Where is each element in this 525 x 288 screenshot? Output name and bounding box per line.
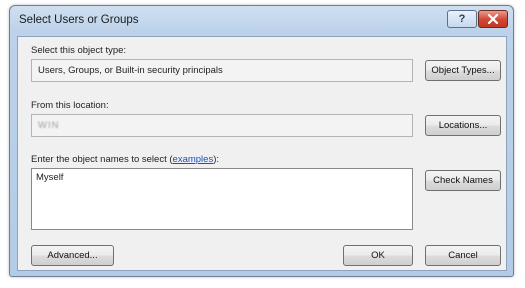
close-icon	[487, 14, 499, 24]
select-users-dialog: Select Users or Groups ? Select this obj…	[9, 5, 514, 277]
object-type-field: Users, Groups, or Built-in security prin…	[31, 59, 413, 82]
cancel-button[interactable]: Cancel	[425, 245, 501, 266]
help-button[interactable]: ?	[447, 10, 477, 28]
dialog-title: Select Users or Groups	[19, 14, 139, 26]
locations-button[interactable]: Locations...	[425, 115, 501, 136]
object-type-label: Select this object type:	[31, 45, 127, 56]
object-names-input[interactable]: Myself	[31, 168, 413, 230]
ok-button[interactable]: OK	[343, 245, 413, 266]
title-bar[interactable]: Select Users or Groups ?	[10, 6, 513, 36]
close-button[interactable]	[478, 10, 508, 28]
object-types-button[interactable]: Object Types...	[425, 60, 501, 81]
help-icon: ?	[458, 12, 466, 25]
object-names-label: Enter the object names to select (exampl…	[31, 154, 219, 165]
check-names-button[interactable]: Check Names	[425, 170, 501, 191]
advanced-button[interactable]: Advanced...	[31, 245, 114, 266]
dialog-body: Select this object type: Users, Groups, …	[17, 36, 507, 271]
location-field: WIN	[31, 114, 413, 137]
object-names-label-prefix: Enter the object names to select (	[31, 154, 173, 165]
screen: Select Users or Groups ? Select this obj…	[0, 0, 525, 288]
location-value: WIN	[38, 120, 60, 131]
location-label: From this location:	[31, 100, 109, 111]
object-names-label-suffix: ):	[213, 154, 220, 165]
examples-link[interactable]: examples	[173, 154, 214, 165]
